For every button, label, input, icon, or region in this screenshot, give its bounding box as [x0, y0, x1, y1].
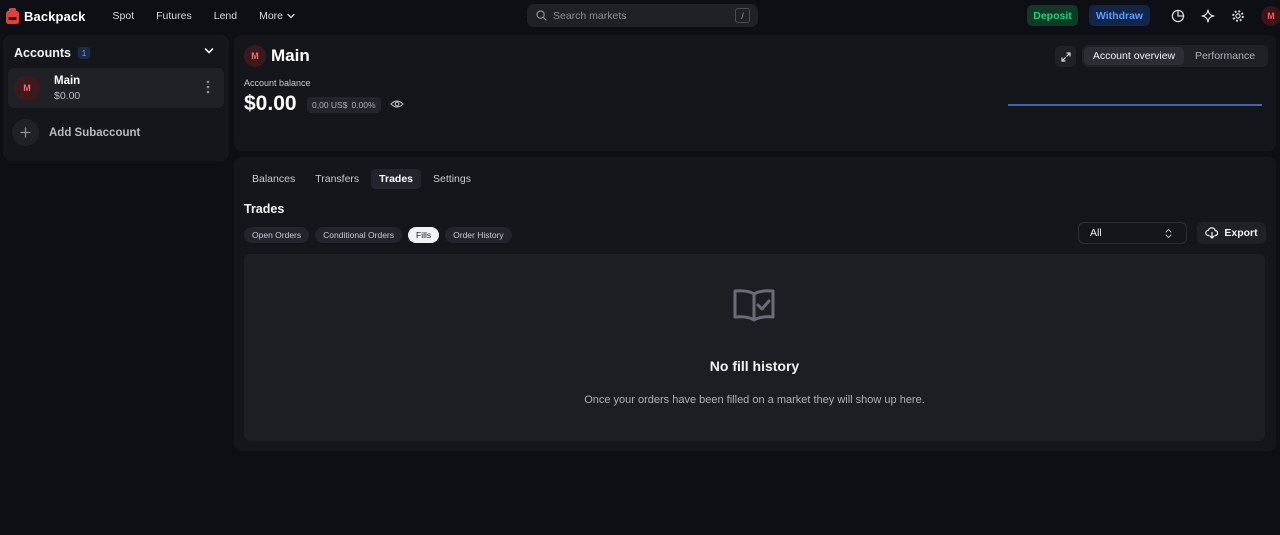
export-button[interactable]: Export	[1197, 222, 1266, 244]
overview-view-toggle: Account overview Performance	[1082, 45, 1268, 67]
chevron-updown-icon	[1165, 228, 1172, 239]
pie-chart-icon[interactable]	[1170, 8, 1185, 23]
deposit-button[interactable]: Deposit	[1027, 5, 1078, 26]
expand-icon	[1060, 51, 1071, 62]
brand[interactable]: Backpack	[6, 0, 86, 32]
more-vertical-icon[interactable]	[206, 80, 210, 94]
balance-change-amount: 0,00 US$	[312, 100, 348, 110]
nav-item-futures[interactable]: Futures	[156, 10, 192, 22]
account-balance: $0.00	[54, 90, 81, 102]
tab-settings[interactable]: Settings	[425, 169, 479, 189]
top-navigation-bar: Backpack Spot Futures Lend More / Deposi…	[0, 0, 1280, 32]
nav-item-spot[interactable]: Spot	[113, 10, 135, 22]
main-nav: Spot Futures Lend More	[113, 10, 318, 22]
backpack-logo-icon	[6, 8, 19, 24]
nav-item-more[interactable]: More	[259, 10, 295, 22]
accounts-title: Accounts	[14, 46, 71, 60]
account-name: Main	[54, 75, 81, 87]
brand-name: Backpack	[24, 8, 86, 24]
nav-more-label: More	[259, 10, 284, 22]
add-subaccount-button[interactable]: Add Subaccount	[12, 119, 140, 146]
account-tabs: Balances Transfers Trades Settings	[244, 169, 483, 189]
tab-balances[interactable]: Balances	[244, 169, 303, 189]
search-input[interactable]	[553, 9, 723, 22]
balance-change-badge: 0,00 US$ 0.00%	[307, 97, 381, 113]
plus-icon	[12, 119, 39, 146]
search-shortcut-key: /	[735, 8, 750, 23]
balance-label: Account balance	[244, 78, 311, 88]
balance-change-percent: 0.00%	[351, 100, 376, 110]
accounts-count-badge: 1	[77, 47, 90, 59]
trades-panel: Balances Transfers Trades Settings Trade…	[234, 157, 1276, 451]
settings-gear-icon[interactable]	[1230, 8, 1245, 23]
empty-state-description: Once your orders have been filled on a m…	[584, 394, 925, 406]
pill-conditional-orders[interactable]: Conditional Orders	[315, 227, 403, 243]
balance-value: $0.00	[244, 92, 297, 115]
page-title: Main	[271, 46, 310, 65]
empty-state: No fill history Once your orders have be…	[244, 254, 1265, 441]
withdraw-button[interactable]: Withdraw	[1089, 5, 1150, 26]
book-check-icon	[733, 289, 775, 322]
add-subaccount-label: Add Subaccount	[49, 126, 141, 139]
market-filter-value: All	[1090, 227, 1102, 239]
pill-fills[interactable]: Fills	[408, 227, 440, 243]
search-bar[interactable]: /	[527, 4, 758, 27]
export-label: Export	[1224, 227, 1258, 239]
user-avatar[interactable]: M	[1261, 6, 1280, 26]
nav-item-lend[interactable]: Lend	[214, 10, 237, 22]
eye-icon[interactable]	[390, 99, 404, 109]
pill-open-orders[interactable]: Open Orders	[244, 227, 310, 243]
tab-trades[interactable]: Trades	[371, 169, 422, 189]
balance-chart-line	[1008, 104, 1262, 106]
account-item-main[interactable]: M Main $0.00	[8, 68, 224, 108]
chevron-down-icon	[287, 13, 295, 19]
section-title: Trades	[244, 202, 285, 216]
tab-performance[interactable]: Performance	[1184, 47, 1266, 65]
account-avatar: M	[14, 75, 40, 101]
tab-transfers[interactable]: Transfers	[307, 169, 367, 189]
empty-state-title: No fill history	[709, 358, 800, 374]
trade-filter-pills: Open Orders Conditional Orders Fills Ord…	[244, 227, 518, 243]
accounts-sidebar: Accounts 1 M Main $0.00 Add Subaccount	[3, 35, 229, 161]
market-filter-select[interactable]: All	[1078, 222, 1187, 244]
cloud-download-icon	[1205, 227, 1219, 239]
sparkle-icon[interactable]	[1200, 8, 1215, 23]
expand-button[interactable]	[1055, 46, 1076, 67]
account-overview-panel: M Main Account balance $0.00 0,00 US$ 0.…	[234, 35, 1276, 151]
chevron-down-icon[interactable]	[204, 47, 214, 55]
account-avatar: M	[244, 45, 266, 67]
search-icon	[536, 10, 547, 21]
accounts-header: Accounts 1	[14, 46, 90, 60]
pill-order-history[interactable]: Order History	[445, 227, 512, 243]
tab-account-overview[interactable]: Account overview	[1084, 47, 1184, 65]
